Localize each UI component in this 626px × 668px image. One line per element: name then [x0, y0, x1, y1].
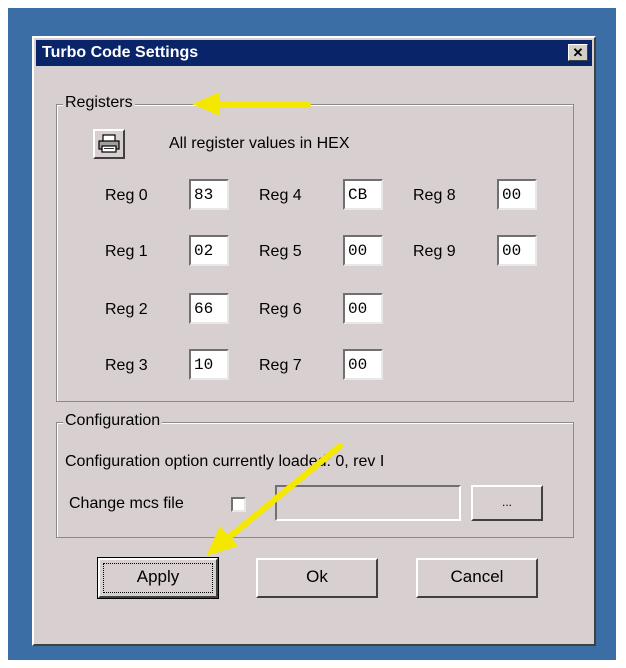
print-button[interactable] [93, 129, 125, 159]
reg4-label: Reg 4 [259, 187, 302, 204]
reg2-input[interactable]: 66 [189, 293, 229, 324]
cancel-label: Cancel [450, 567, 504, 586]
configuration-group-label: Configuration [63, 412, 163, 430]
configuration-status: Configuration option currently loaded: 0… [65, 453, 385, 470]
mcs-file-field[interactable] [275, 485, 461, 521]
reg9-label: Reg 9 [413, 243, 456, 260]
reg2-label: Reg 2 [105, 301, 148, 318]
hex-note: All register values in HEX [169, 135, 350, 152]
reg7-label: Reg 7 [259, 357, 302, 374]
registers-group-label: Registers [63, 94, 135, 112]
reg3-label: Reg 3 [105, 357, 148, 374]
change-mcs-checkbox[interactable] [231, 497, 246, 512]
reg5-input[interactable]: 00 [343, 235, 383, 266]
reg1-label: Reg 1 [105, 243, 148, 260]
reg0-label: Reg 0 [105, 187, 148, 204]
reg9-input[interactable]: 00 [497, 235, 537, 266]
apply-label: Apply [136, 567, 180, 586]
cancel-button[interactable]: Cancel [416, 558, 538, 598]
ok-label: Ok [306, 567, 328, 586]
registers-group: Registers All register values in HEX Reg… [56, 94, 574, 402]
reg6-input[interactable]: 00 [343, 293, 383, 324]
browse-button[interactable]: ... [471, 485, 543, 521]
reg3-input[interactable]: 10 [189, 349, 229, 380]
configuration-group: Configuration Configuration option curre… [56, 412, 574, 538]
reg8-input[interactable]: 00 [497, 179, 537, 210]
reg0-input[interactable]: 83 [189, 179, 229, 210]
turbo-code-settings-dialog: Turbo Code Settings ✕ Registers All regi… [32, 36, 596, 646]
close-icon: ✕ [572, 45, 584, 60]
printer-icon [98, 134, 120, 153]
reg1-input[interactable]: 02 [189, 235, 229, 266]
change-mcs-label: Change mcs file [69, 495, 184, 512]
browse-label: ... [501, 495, 512, 509]
reg4-input[interactable]: CB [343, 179, 383, 210]
dialog-title: Turbo Code Settings [42, 44, 199, 61]
reg5-label: Reg 5 [259, 243, 302, 260]
reg6-label: Reg 6 [259, 301, 302, 318]
apply-button[interactable]: Apply [97, 557, 219, 599]
ok-button[interactable]: Ok [256, 558, 378, 598]
reg7-input[interactable]: 00 [343, 349, 383, 380]
close-button[interactable]: ✕ [568, 44, 588, 61]
title-bar: Turbo Code Settings ✕ [36, 40, 592, 66]
reg8-label: Reg 8 [413, 187, 456, 204]
